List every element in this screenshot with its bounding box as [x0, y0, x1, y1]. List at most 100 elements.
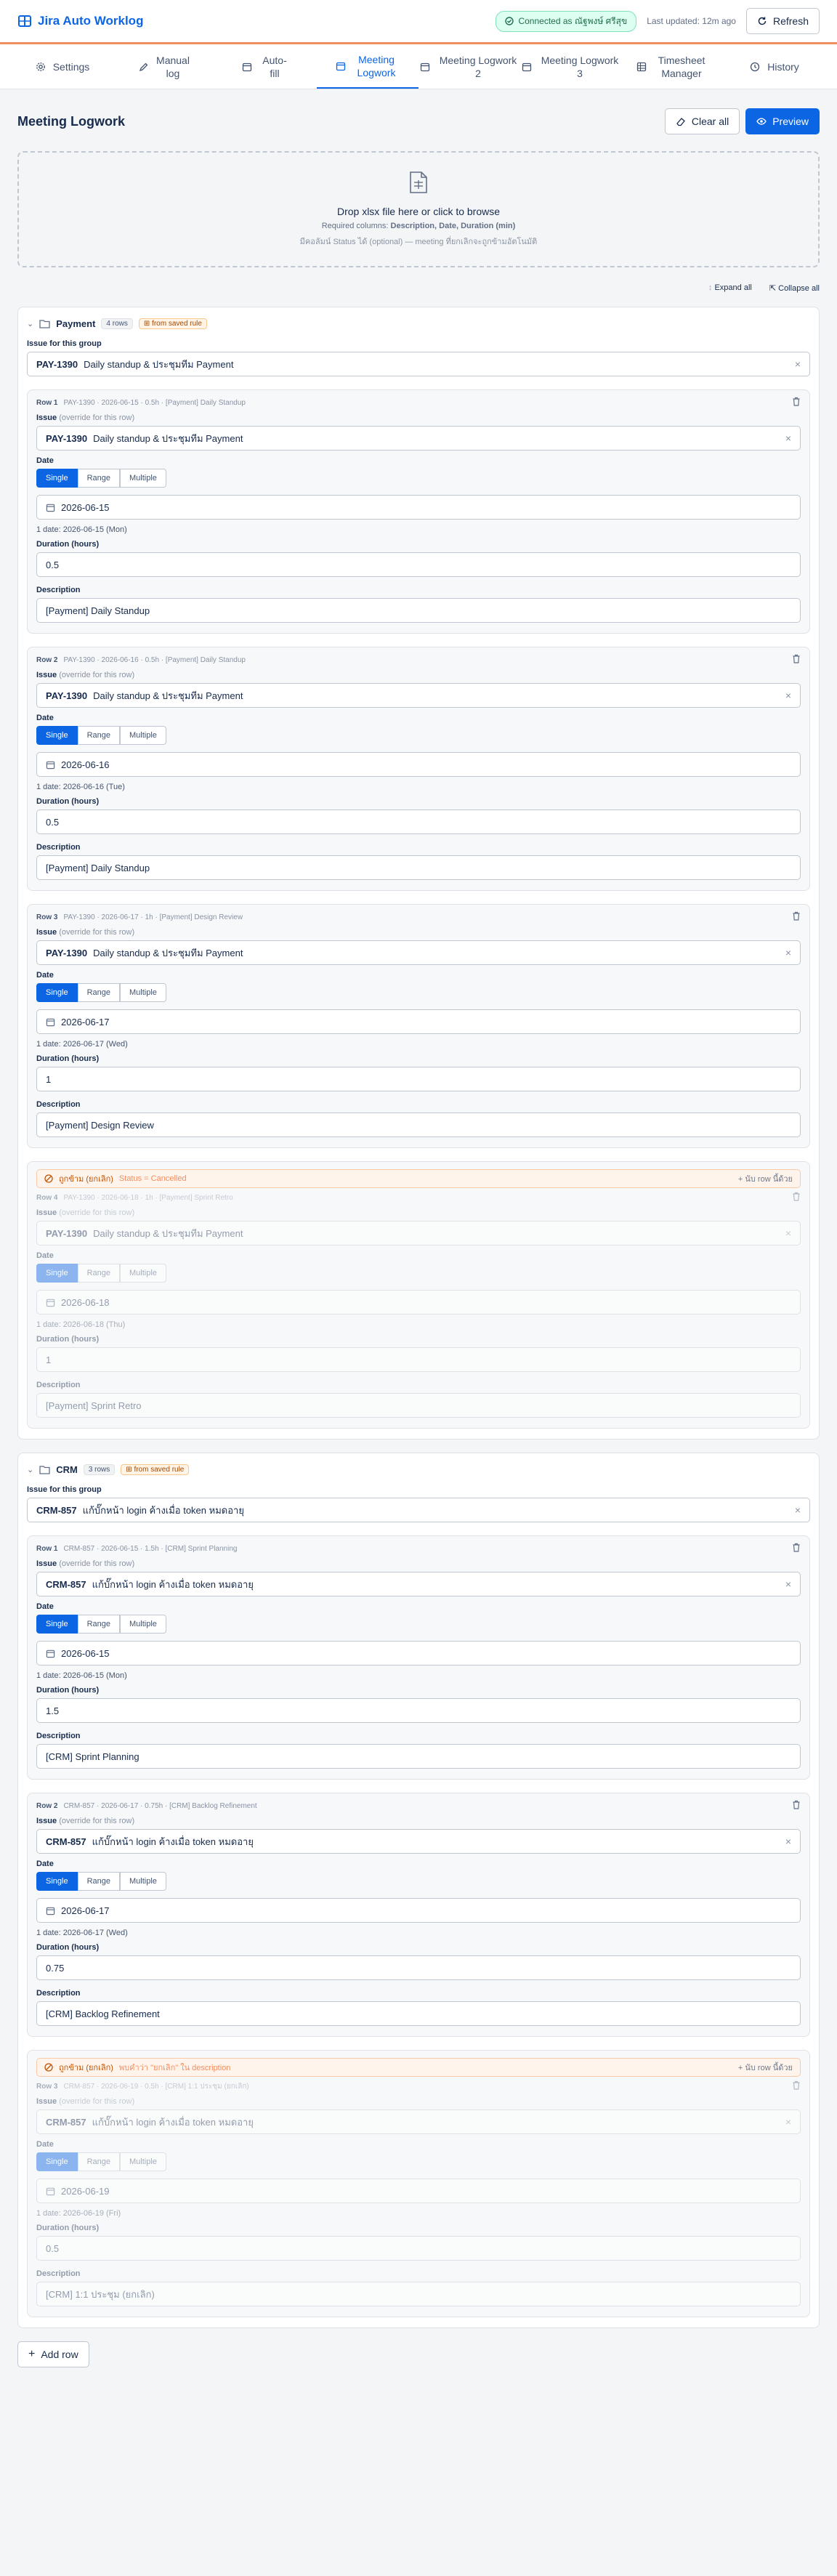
date-mode-range[interactable]: Range: [77, 469, 120, 488]
clear-icon[interactable]: ×: [785, 1227, 791, 1239]
group-issue-select[interactable]: CRM-857 แก้บั๊กหน้า login ค้างเมื่อ toke…: [27, 1498, 810, 1522]
date-label: Date: [36, 456, 54, 465]
row-issue-select[interactable]: CRM-857 แก้บั๊กหน้า login ค้างเมื่อ toke…: [36, 2109, 801, 2134]
duration-input[interactable]: 1.5: [36, 1698, 801, 1723]
description-input[interactable]: [Payment] Design Review: [36, 1113, 801, 1137]
row-issue-select[interactable]: PAY-1390 Daily standup & ประชุมทีม Payme…: [36, 1221, 801, 1245]
tab-meeting-logwork[interactable]: Meeting Logwork: [317, 44, 418, 89]
date-mode-single[interactable]: Single: [36, 726, 78, 745]
duration-input[interactable]: 0.75: [36, 1955, 801, 1980]
tab-settings[interactable]: Settings: [12, 44, 113, 89]
description-input[interactable]: [Payment] Daily Standup: [36, 598, 801, 623]
delete-row-button[interactable]: [792, 1800, 801, 1812]
date-mode-range[interactable]: Range: [77, 1615, 120, 1634]
row-issue-select[interactable]: PAY-1390 Daily standup & ประชุมทีม Payme…: [36, 683, 801, 708]
issue-summary: แก้บั๊กหน้า login ค้างเมื่อ token หมดอาย…: [92, 1578, 254, 1590]
include-row-button[interactable]: + นับ row นี้ด้วย: [738, 1172, 793, 1185]
date-input[interactable]: 2026-06-18: [36, 1290, 801, 1315]
date-mode-multiple[interactable]: Multiple: [120, 726, 166, 745]
row-number: Row 4: [36, 1193, 58, 1202]
add-row-label: Add row: [41, 2349, 78, 2360]
clear-icon[interactable]: ×: [785, 690, 791, 701]
date-mode-single[interactable]: Single: [36, 1264, 78, 1283]
date-mode-single[interactable]: Single: [36, 469, 78, 488]
duration-input[interactable]: 1: [36, 1067, 801, 1091]
tab-meeting-logwork-2[interactable]: Meeting Logwork 2: [418, 44, 520, 89]
delete-row-button[interactable]: [792, 2080, 801, 2092]
date-mode-multiple[interactable]: Multiple: [120, 1615, 166, 1634]
clear-icon[interactable]: ×: [785, 947, 791, 958]
clear-icon[interactable]: ×: [785, 2116, 791, 2128]
row-issue-select[interactable]: CRM-857 แก้บั๊กหน้า login ค้างเมื่อ toke…: [36, 1572, 801, 1596]
date-mode-range[interactable]: Range: [77, 726, 120, 745]
delete-row-button[interactable]: [792, 654, 801, 666]
description-input[interactable]: [Payment] Sprint Retro: [36, 1393, 801, 1418]
date-input[interactable]: 2026-06-15: [36, 1641, 801, 1665]
date-input[interactable]: 2026-06-17: [36, 1009, 801, 1034]
date-mode-single[interactable]: Single: [36, 2152, 78, 2171]
date-mode-single[interactable]: Single: [36, 983, 78, 1002]
app-brand[interactable]: Jira Auto Worklog: [17, 14, 143, 28]
description-input[interactable]: [CRM] 1:1 ประชุม (ยกเลิก): [36, 2282, 801, 2306]
duration-input[interactable]: 1: [36, 1347, 801, 1372]
tab-meeting-logwork-3[interactable]: Meeting Logwork 3: [520, 44, 622, 89]
date-mode-multiple[interactable]: Multiple: [120, 469, 166, 488]
clear-all-button[interactable]: Clear all: [664, 108, 740, 134]
date-mode-multiple[interactable]: Multiple: [120, 1872, 166, 1891]
date-mode-multiple[interactable]: Multiple: [120, 983, 166, 1002]
group-issue-select[interactable]: PAY-1390 Daily standup & ประชุมทีม Payme…: [27, 352, 810, 376]
date-input[interactable]: 2026-06-15: [36, 495, 801, 520]
clear-icon[interactable]: ×: [785, 1578, 791, 1590]
duration-input[interactable]: 0.5: [36, 2236, 801, 2261]
date-input[interactable]: 2026-06-19: [36, 2179, 801, 2203]
description-input[interactable]: [CRM] Sprint Planning: [36, 1744, 801, 1769]
clear-icon[interactable]: ×: [785, 432, 791, 444]
add-row-button[interactable]: + Add row: [17, 2341, 89, 2367]
duration-input[interactable]: 0.5: [36, 809, 801, 834]
date-mode-range[interactable]: Range: [77, 1872, 120, 1891]
clear-icon[interactable]: ×: [795, 358, 801, 370]
delete-row-button[interactable]: [792, 1192, 801, 1203]
date-mode-multiple[interactable]: Multiple: [120, 2152, 166, 2171]
description-input[interactable]: [CRM] Backlog Refinement: [36, 2001, 801, 2026]
tab-manual-log[interactable]: Manual log: [113, 44, 215, 89]
date-mode-range[interactable]: Range: [77, 2152, 120, 2171]
row-issue-select[interactable]: PAY-1390 Daily standup & ประชุมทีม Payme…: [36, 940, 801, 965]
expand-all-button[interactable]: ↕ Expand all: [708, 283, 752, 294]
tab-auto-fill[interactable]: Auto-fill: [215, 44, 317, 89]
date-mode-range[interactable]: Range: [77, 983, 120, 1002]
log-row: Row 3 PAY-1390 · 2026-06-17 · 1h · [Paym…: [27, 904, 810, 1148]
delete-row-button[interactable]: [792, 1543, 801, 1554]
description-value: [CRM] Sprint Planning: [46, 1751, 140, 1762]
row-issue-select[interactable]: CRM-857 แก้บั๊กหน้า login ค้างเมื่อ toke…: [36, 1829, 801, 1854]
refresh-button[interactable]: Refresh: [745, 8, 820, 34]
clear-icon[interactable]: ×: [795, 1504, 801, 1516]
chevron-down-icon[interactable]: ⌄: [27, 319, 33, 328]
dropzone-required: Required columns: Description, Date, Dur…: [321, 222, 516, 230]
tab-history[interactable]: History: [724, 44, 825, 89]
description-input[interactable]: [Payment] Daily Standup: [36, 855, 801, 880]
date-mode-multiple[interactable]: Multiple: [120, 1264, 166, 1283]
date-mode-single[interactable]: Single: [36, 1615, 78, 1634]
date-mode-single[interactable]: Single: [36, 1872, 78, 1891]
xlsx-dropzone[interactable]: Drop xlsx file here or click to browse R…: [17, 151, 820, 267]
date-input[interactable]: 2026-06-17: [36, 1898, 801, 1923]
calendar-icon: [46, 1907, 55, 1915]
tab-label: History: [767, 60, 799, 73]
row-issue-select[interactable]: PAY-1390 Daily standup & ประชุมทีม Payme…: [36, 426, 801, 451]
clear-icon[interactable]: ×: [785, 1836, 791, 1847]
preview-button[interactable]: Preview: [745, 108, 820, 134]
log-row-body: Row 3 CRM-857 · 2026-06-19 · 0.5h · [CRM…: [36, 2080, 801, 2306]
tab-timesheet-manager[interactable]: Timesheet Manager: [622, 44, 724, 89]
trash-icon: [793, 2080, 800, 2090]
skipped-reason: Status = Cancelled: [118, 1174, 187, 1183]
include-row-button[interactable]: + นับ row นี้ด้วย: [738, 2061, 793, 2074]
delete-row-button[interactable]: [792, 911, 801, 923]
date-mode-range[interactable]: Range: [77, 1264, 120, 1283]
duration-input[interactable]: 0.5: [36, 552, 801, 577]
chevron-down-icon[interactable]: ⌄: [27, 1465, 33, 1474]
delete-row-button[interactable]: [792, 397, 801, 408]
collapse-all-button[interactable]: ⇱ Collapse all: [769, 283, 820, 294]
duration-value: 0.75: [46, 1962, 65, 1974]
date-input[interactable]: 2026-06-16: [36, 752, 801, 777]
